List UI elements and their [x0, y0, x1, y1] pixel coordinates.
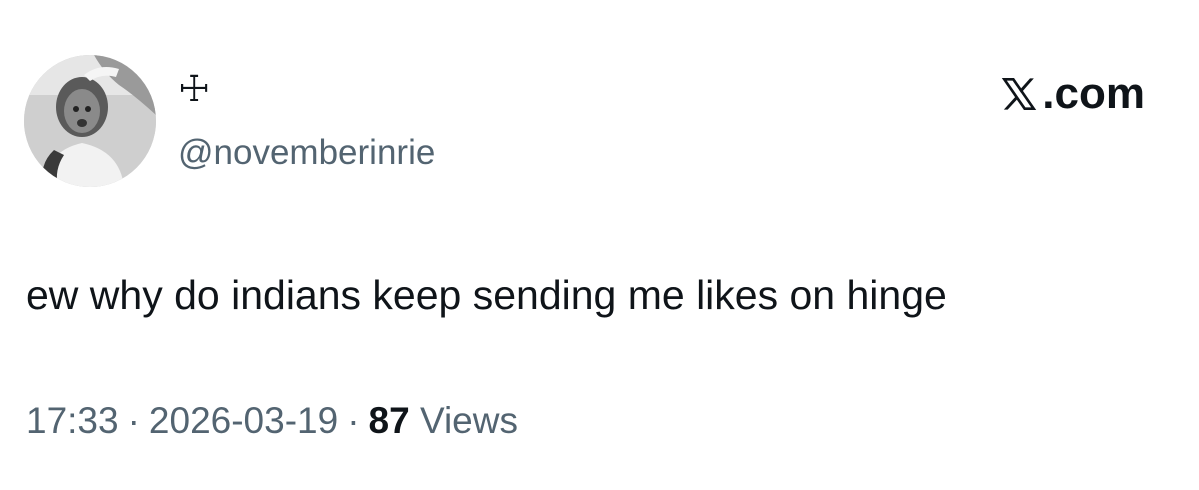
tweet-card: ☩ @novemberinrie .com ew why do indians … — [0, 0, 1199, 490]
user-handle[interactable]: @novemberinrie — [178, 131, 435, 175]
separator: · — [347, 400, 360, 441]
brand-suffix: .com — [1042, 69, 1145, 118]
display-name[interactable]: ☩ — [178, 68, 210, 112]
tweet-meta: 17:33 · 2026-03-19 · 87 Views — [26, 396, 518, 446]
tweet-time[interactable]: 17:33 — [26, 400, 119, 441]
profile-photo — [24, 55, 156, 187]
tweet-text: ew why do indians keep sending me likes … — [26, 272, 947, 318]
separator: · — [127, 400, 140, 441]
brand-watermark: .com — [998, 66, 1145, 122]
views-count[interactable]: 87 — [369, 400, 410, 441]
views-label[interactable]: Views — [420, 400, 518, 441]
avatar[interactable] — [24, 55, 156, 187]
x-logo-icon — [1002, 78, 1037, 110]
tweet-date[interactable]: 2026-03-19 — [149, 400, 338, 441]
